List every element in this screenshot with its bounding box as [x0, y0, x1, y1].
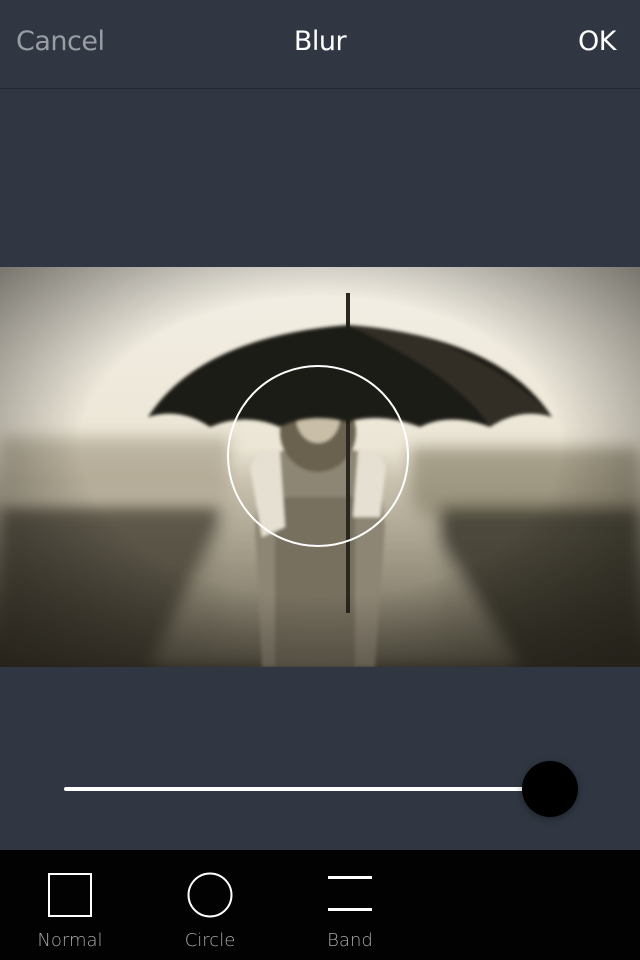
- slider-track[interactable]: [64, 787, 550, 791]
- mode-normal-button[interactable]: Normal: [0, 850, 140, 960]
- blur-mode-toolbar: Normal Circle Band: [0, 850, 640, 960]
- page-title: Blur: [293, 26, 347, 57]
- mode-circle-button[interactable]: Circle: [140, 850, 280, 960]
- photo-canvas[interactable]: [0, 267, 640, 667]
- mode-band-button[interactable]: Band: [280, 850, 420, 960]
- photo-vignette: [0, 267, 640, 667]
- square-icon: [48, 873, 92, 917]
- ok-button[interactable]: OK: [578, 26, 616, 57]
- photo-image: [0, 267, 640, 667]
- mode-normal-label: Normal: [37, 930, 103, 951]
- mode-circle-label: Circle: [184, 930, 236, 951]
- nav-bar: Cancel Blur OK: [0, 0, 640, 89]
- circle-icon: [187, 872, 233, 918]
- mode-band-label: Band: [327, 930, 373, 951]
- band-icon: [328, 876, 372, 911]
- blur-strength-slider[interactable]: [64, 760, 578, 818]
- slider-knob[interactable]: [522, 761, 578, 817]
